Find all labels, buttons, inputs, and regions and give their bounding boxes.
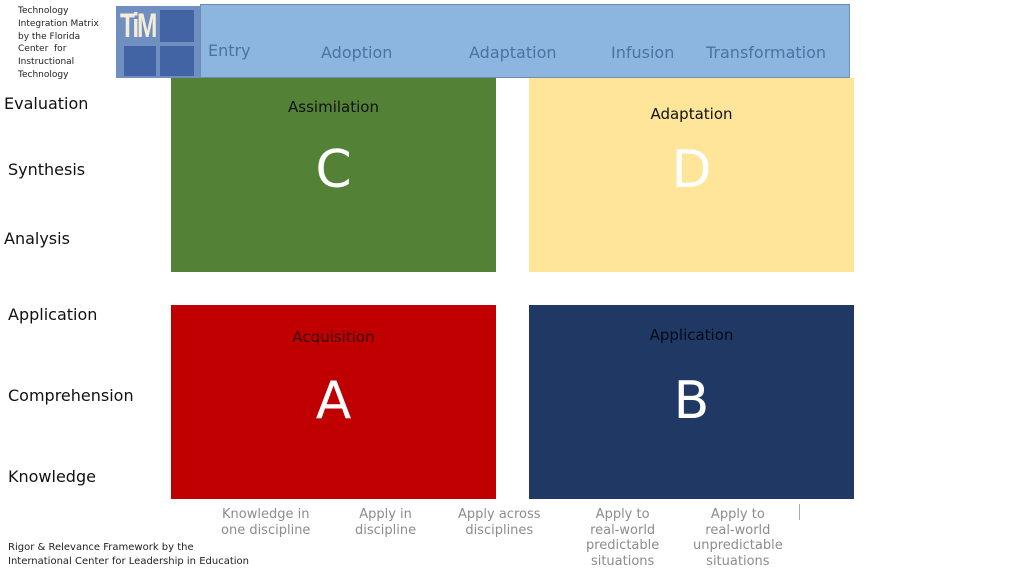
quadrant-title: Assimilation bbox=[288, 98, 379, 116]
quadrant-letter: A bbox=[315, 371, 352, 431]
quadrant-title: Application bbox=[649, 326, 734, 344]
credit-line: Rigor & Relevance Framework by the bbox=[8, 542, 194, 553]
quadrant-letter: B bbox=[673, 371, 710, 431]
tim-level-adaptation: Adaptation bbox=[469, 43, 557, 62]
label-line: Knowledge in bbox=[221, 507, 310, 522]
credit-line: Instructional bbox=[18, 57, 75, 68]
bloom-application: Application bbox=[8, 305, 98, 324]
logo-square bbox=[124, 46, 156, 76]
credit-line: Center for bbox=[18, 44, 67, 55]
label-line: situations bbox=[590, 553, 655, 569]
tim-logo: TiM bbox=[116, 6, 200, 78]
application-level-1: Knowledge in one discipline bbox=[221, 507, 310, 538]
bloom-knowledge: Knowledge bbox=[8, 467, 96, 486]
bloom-evaluation: Evaluation bbox=[4, 94, 89, 113]
application-level-4: Apply to real-world predictable situatio… bbox=[586, 507, 659, 569]
quadrant-letter: D bbox=[671, 140, 712, 200]
tim-source-credit: Technology Integration Matrix by the Flo… bbox=[18, 5, 113, 82]
label-line: Apply to bbox=[710, 507, 765, 522]
quadrant-title: Adaptation bbox=[650, 105, 733, 123]
label-line: one discipline bbox=[221, 522, 311, 538]
credit-line: by the Florida bbox=[18, 31, 81, 42]
logo-square bbox=[160, 10, 194, 42]
bloom-analysis: Analysis bbox=[4, 229, 70, 248]
tim-levels-bar: Entry Adoption Adaptation Infusion Trans… bbox=[200, 4, 850, 78]
credit-line: Technology bbox=[18, 6, 69, 16]
credit-line: Integration Matrix bbox=[18, 18, 99, 29]
quadrant-d-adaptation: Adaptation D bbox=[529, 78, 854, 272]
bloom-synthesis: Synthesis bbox=[8, 160, 86, 179]
logo-text: TiM bbox=[120, 7, 157, 45]
logo-square bbox=[160, 46, 194, 76]
rigor-relevance-credit: Rigor & Relevance Framework by the Inter… bbox=[8, 541, 249, 568]
application-level-5: Apply to real-world unpredictable situat… bbox=[693, 507, 783, 569]
label-line: Apply to bbox=[595, 507, 650, 522]
label-line: situations bbox=[706, 553, 770, 569]
label-line: Apply in bbox=[359, 507, 412, 522]
tim-level-transformation: Transformation bbox=[706, 43, 827, 62]
label-line: discipline bbox=[355, 522, 417, 538]
bloom-comprehension: Comprehension bbox=[8, 386, 134, 405]
quadrant-c-assimilation: Assimilation C bbox=[171, 78, 496, 272]
tim-level-entry: Entry bbox=[208, 41, 251, 60]
divider-line bbox=[799, 504, 800, 520]
label-line: disciplines bbox=[465, 522, 534, 538]
label-line: Apply across bbox=[458, 507, 541, 522]
quadrant-title: Acquisition bbox=[292, 328, 375, 346]
credit-line: Technology bbox=[18, 69, 69, 80]
quadrant-a-acquisition: Acquisition A bbox=[171, 305, 496, 499]
tim-level-infusion: Infusion bbox=[611, 43, 675, 62]
tim-level-adoption: Adoption bbox=[321, 43, 393, 62]
label-line: real-world bbox=[705, 522, 771, 538]
label-line: unpredictable bbox=[693, 538, 783, 553]
quadrant-b-application: Application B bbox=[529, 305, 854, 499]
quadrant-letter: C bbox=[315, 140, 352, 200]
label-line: real-world bbox=[590, 522, 656, 538]
application-level-2: Apply in discipline bbox=[355, 507, 416, 538]
application-level-3: Apply across disciplines bbox=[458, 507, 541, 538]
label-line: predictable bbox=[586, 538, 660, 553]
credit-line: International Center for Leadership in E… bbox=[8, 555, 249, 567]
